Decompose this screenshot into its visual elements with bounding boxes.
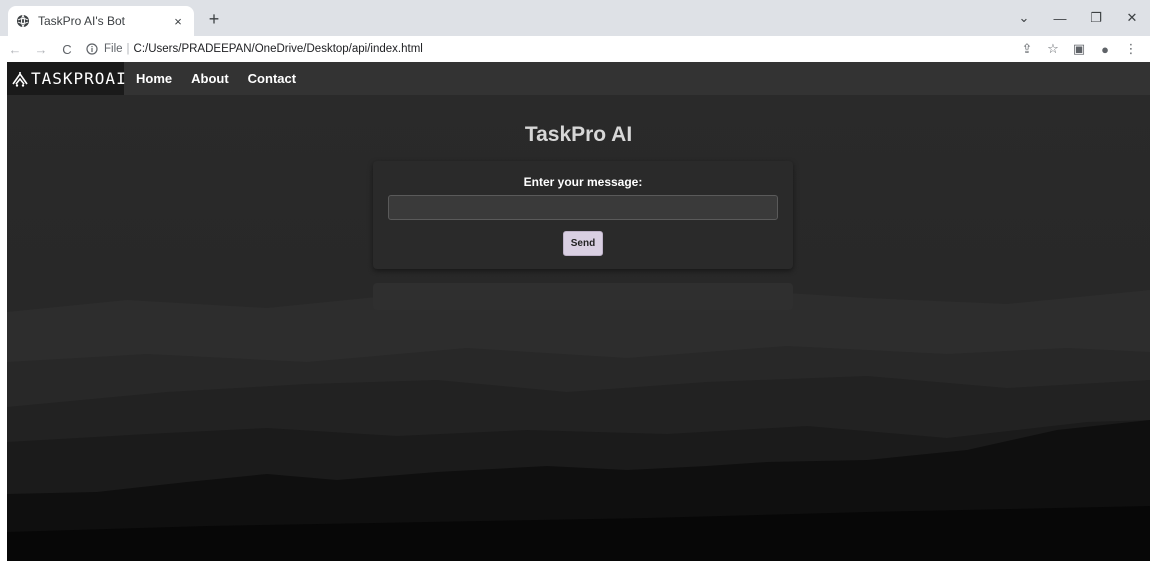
- bookmark-star-icon[interactable]: ☆: [1040, 41, 1066, 57]
- address-bar[interactable]: File | C:/Users/PRADEEPAN/OneDrive/Deskt…: [86, 38, 423, 60]
- restore-icon[interactable]: ❐: [1078, 10, 1114, 26]
- message-label: Enter your message:: [523, 175, 643, 189]
- nav-link-contact[interactable]: Contact: [248, 71, 296, 86]
- page-title: TaskPro AI: [524, 123, 633, 146]
- back-icon[interactable]: ←: [4, 42, 26, 57]
- site-navbar: TASKPROAI Home About Contact: [7, 62, 1150, 95]
- tab-search-icon[interactable]: ⌄: [1006, 10, 1042, 26]
- new-tab-button[interactable]: +: [204, 9, 224, 29]
- close-window-icon[interactable]: ✕: [1114, 10, 1150, 26]
- minimize-icon[interactable]: —: [1042, 11, 1078, 26]
- nav-link-home[interactable]: Home: [136, 71, 172, 86]
- tab-close-icon[interactable]: ×: [170, 14, 186, 29]
- browser-toolbar: ← → C File | C:/Users/PRADEEPAN/OneDrive…: [0, 36, 1150, 62]
- window-controls: ⌄ — ❐ ✕: [1006, 0, 1150, 36]
- address-url[interactable]: C:/Users/PRADEEPAN/OneDrive/Desktop/api/…: [134, 43, 423, 55]
- brand-text: TASKPROAI: [31, 69, 127, 88]
- address-separator: |: [126, 43, 130, 55]
- toolbar-actions: ⇪ ☆ ▣ ● ⋮: [1014, 36, 1144, 62]
- message-form-card: Enter your message: Send: [373, 161, 793, 269]
- browser-tabstrip: TaskPro AI's Bot × + ⌄ — ❐ ✕: [0, 0, 1150, 36]
- address-scheme: File: [104, 43, 123, 55]
- page-viewport: TASKPROAI Home About Contact TaskPro AI …: [7, 62, 1150, 561]
- tab-title: TaskPro AI's Bot: [38, 14, 125, 28]
- reload-icon[interactable]: C: [56, 42, 78, 57]
- brand-logo[interactable]: TASKPROAI: [7, 62, 127, 95]
- nav-link-about[interactable]: About: [191, 71, 229, 86]
- side-panel-icon[interactable]: ▣: [1066, 41, 1092, 57]
- stylized-logo-icon: [11, 70, 29, 88]
- message-input[interactable]: [388, 195, 778, 220]
- profile-avatar-icon[interactable]: ●: [1092, 42, 1118, 57]
- share-icon[interactable]: ⇪: [1014, 41, 1040, 57]
- info-icon[interactable]: [86, 43, 98, 55]
- send-button[interactable]: Send: [563, 231, 603, 256]
- response-output: [373, 283, 793, 310]
- globe-icon: [16, 14, 30, 28]
- browser-menu-icon[interactable]: ⋮: [1118, 41, 1144, 57]
- forward-icon[interactable]: →: [30, 42, 52, 57]
- browser-tab[interactable]: TaskPro AI's Bot ×: [8, 6, 194, 36]
